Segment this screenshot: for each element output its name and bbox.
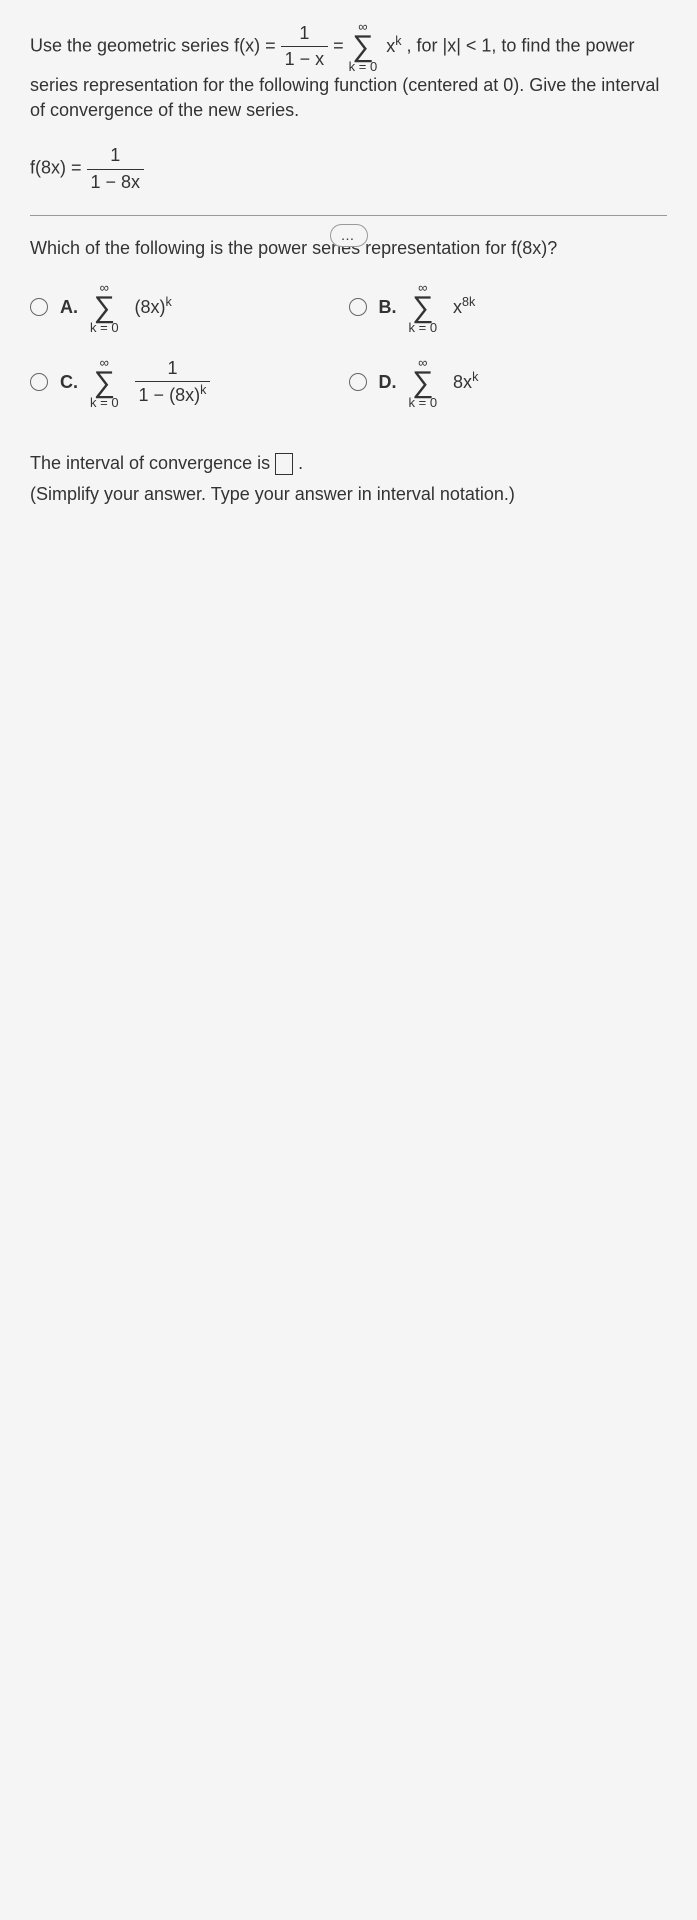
question-intro: Use the geometric series f(x) = 1 1 − x … xyxy=(30,20,667,123)
intro-prefix: Use the geometric series f(x) = xyxy=(30,35,281,55)
sigma-c: ∞ ∑ k = 0 xyxy=(90,356,119,409)
term-a: (8x)k xyxy=(135,294,172,320)
radio-b[interactable] xyxy=(349,298,367,316)
section-divider xyxy=(30,215,667,216)
interval-answer-input[interactable] xyxy=(275,453,293,475)
term-b: x8k xyxy=(453,294,475,320)
interval-line: The interval of convergence is . xyxy=(30,451,667,476)
radio-c[interactable] xyxy=(30,373,48,391)
choice-d[interactable]: D. ∞ ∑ k = 0 8xk xyxy=(349,356,668,409)
sigma-d: ∞ ∑ k = 0 xyxy=(409,356,438,409)
choice-label-c: C. xyxy=(60,370,78,395)
given-fraction: 1 1 − 8x xyxy=(87,143,145,194)
choice-b[interactable]: B. ∞ ∑ k = 0 x8k xyxy=(349,281,668,334)
interval-hint: (Simplify your answer. Type your answer … xyxy=(30,482,667,507)
choice-a[interactable]: A. ∞ ∑ k = 0 (8x)k xyxy=(30,281,349,334)
geometric-fraction: 1 1 − x xyxy=(281,21,329,72)
choice-label-d: D. xyxy=(379,370,397,395)
radio-d[interactable] xyxy=(349,373,367,391)
sigma-b: ∞ ∑ k = 0 xyxy=(409,281,438,334)
term-d: 8xk xyxy=(453,369,478,395)
choice-c[interactable]: C. ∞ ∑ k = 0 1 1 − (8x)k xyxy=(30,356,349,409)
choice-label-a: A. xyxy=(60,295,78,320)
sigma-a: ∞ ∑ k = 0 xyxy=(90,281,119,334)
sigma-geometric: ∞ ∑ k = 0 xyxy=(349,20,378,73)
radio-a[interactable] xyxy=(30,298,48,316)
choice-group: A. ∞ ∑ k = 0 (8x)k B. ∞ ∑ k = 0 x8k C. ∞… xyxy=(30,281,667,431)
ellipsis-badge[interactable]: … xyxy=(330,224,368,248)
given-function: f(8x) = 1 1 − 8x xyxy=(30,143,667,194)
sigma-term: xk xyxy=(386,33,401,59)
term-c: 1 1 − (8x)k xyxy=(135,356,211,408)
choice-label-b: B. xyxy=(379,295,397,320)
